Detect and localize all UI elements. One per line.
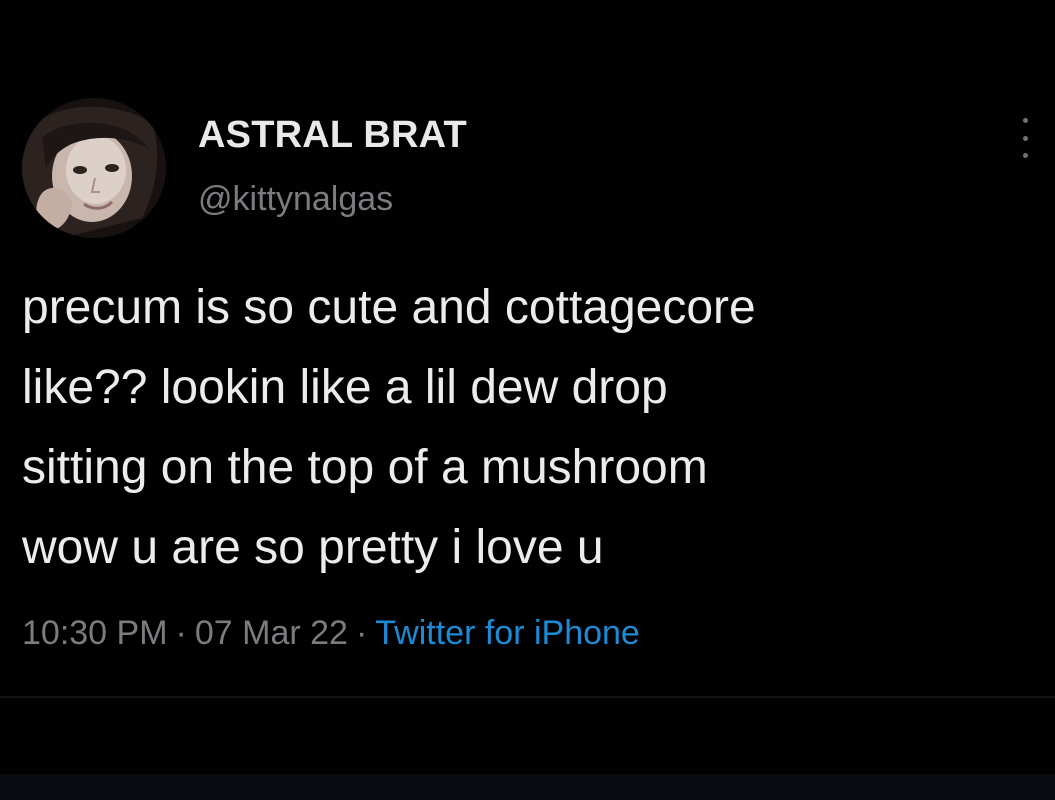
tweet-text-line: sitting on the top of a mushroom (22, 441, 708, 494)
bottom-bar (0, 774, 1055, 800)
meta-separator: · (175, 614, 187, 652)
divider (0, 696, 1055, 698)
avatar-photo-icon (22, 98, 166, 238)
more-dot (1022, 118, 1028, 123)
meta-separator: · (355, 614, 368, 652)
tweet-time[interactable]: 10:30 PM (22, 614, 168, 652)
more-dot (1022, 135, 1028, 141)
tweet-meta: 10:30 PM · 07 Mar 22 · Twitter for iPhone (22, 614, 640, 653)
author-handle[interactable]: @kittynalgas (198, 180, 393, 219)
author-display-name[interactable]: ASTRAL BRAT (198, 114, 467, 157)
tweet-text: precum is so cute and cottagecore like??… (22, 268, 1052, 588)
tweet-text-line: wow u are so pretty i love u (22, 521, 604, 574)
more-vertical-icon[interactable] (1014, 118, 1036, 158)
tweet-source-link[interactable]: Twitter for iPhone (375, 614, 640, 652)
tweet-text-line: like?? lookin like a lil dew drop (22, 361, 668, 414)
tweet-date[interactable]: 07 Mar 22 (195, 614, 348, 652)
tweet-text-line: precum is so cute and cottagecore (22, 281, 756, 334)
author-avatar[interactable] (22, 98, 166, 238)
more-dot (1022, 153, 1028, 158)
tweet-screenshot: ASTRAL BRAT @kittynalgas precum is so cu… (0, 0, 1055, 800)
